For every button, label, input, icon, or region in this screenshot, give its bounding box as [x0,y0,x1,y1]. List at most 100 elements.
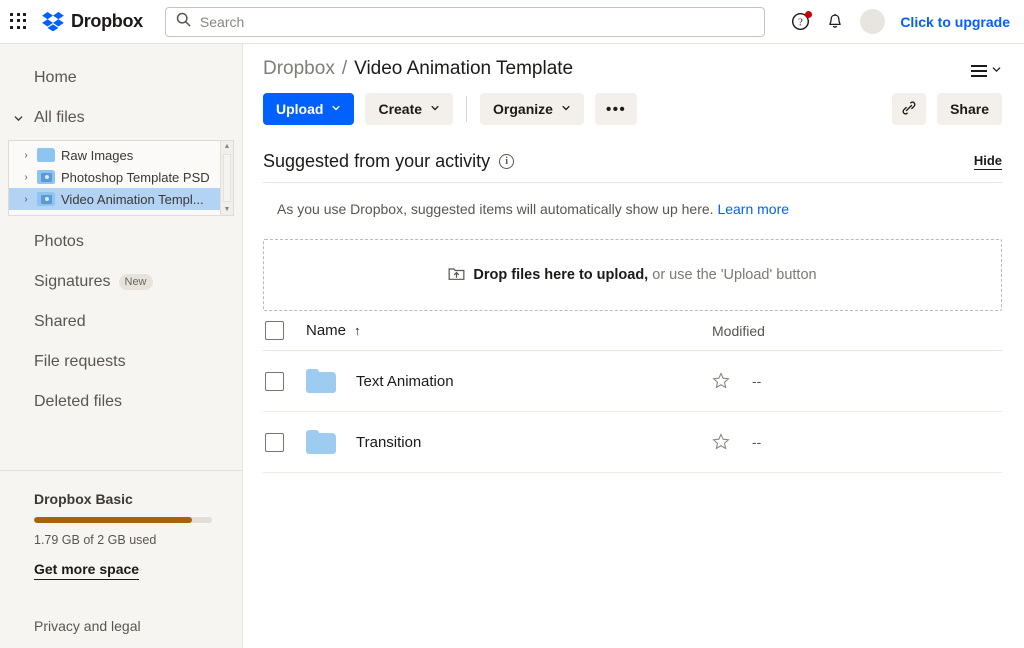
tree-item-video-animation-template[interactable]: › Video Animation Templ... [9,188,220,210]
chevron-down-icon [430,103,440,116]
brand-name: Dropbox [71,11,143,31]
organize-button-label: Organize [493,101,553,117]
tree-item-label: Video Animation Templ... [61,191,204,207]
breadcrumb-current: Video Animation Template [354,58,574,79]
create-button-label: Create [378,101,423,117]
upload-button-label: Upload [276,101,324,117]
svg-text:?: ? [798,17,803,28]
dropbox-home-link[interactable]: Dropbox [42,11,143,32]
sort-ascending-icon: ↑ [354,323,361,338]
copy-link-button[interactable] [892,93,927,125]
breadcrumb: Dropbox / Video Animation Template [263,58,573,80]
suggested-title: Suggested from your activity [263,151,491,171]
row-name-label[interactable]: Transition [356,434,421,451]
folder-tree: › Raw Images › Photoshop Template PSD › … [8,140,234,216]
breadcrumb-row: Dropbox / Video Animation Template [263,44,1002,80]
chevron-down-icon [331,103,341,116]
tree-item-raw-images[interactable]: › Raw Images [9,144,220,166]
column-header-name[interactable]: Name ↑ [284,322,712,339]
scrollbar-thumb[interactable] [223,154,231,202]
tree-item-photoshop-template-psd[interactable]: › Photoshop Template PSD [9,166,220,188]
app-body: Home All files › Raw Images › Photoshop … [0,44,1024,648]
storage-section: Dropbox Basic 1.79 GB of 2 GB used Get m… [0,471,242,580]
table-row[interactable]: Transition -- [263,412,1002,473]
tree-item-label: Raw Images [61,147,134,163]
chevron-down-icon [10,113,26,124]
sidebar-item-shared[interactable]: Shared [0,302,242,342]
hide-suggested-link[interactable]: Hide [973,153,1002,170]
row-checkbox[interactable] [265,371,284,391]
storage-progress-bar [34,517,212,523]
upgrade-link[interactable]: Click to upgrade [900,14,1010,30]
file-dropzone[interactable]: Drop files here to upload, or use the 'U… [263,239,1002,311]
sidebar-item-photos[interactable]: Photos [0,222,242,262]
scroll-down-arrow-icon[interactable]: ▼ [221,204,233,215]
folder-tree-scrollbar[interactable]: ▲ ▼ [220,141,233,215]
info-icon[interactable]: i [499,154,515,169]
sidebar-item-label: Signatures [34,273,111,290]
column-header-name-label: Name [306,322,347,339]
upload-folder-icon [448,265,465,286]
sidebar: Home All files › Raw Images › Photoshop … [0,44,243,648]
chevron-down-icon [991,62,1002,80]
sidebar-item-file-requests[interactable]: File requests [0,342,242,382]
sidebar-item-label: File requests [34,353,126,370]
list-view-icon[interactable] [971,58,1002,80]
top-navigation-bar: Dropbox Search ? Click to upgrade [0,0,1024,44]
storage-used-text: 1.79 GB of 2 GB used [34,533,157,547]
get-more-space-link[interactable]: Get more space [34,561,140,580]
more-options-button[interactable]: ••• [594,93,638,125]
share-button[interactable]: Share [937,93,1002,125]
search-icon [176,12,191,32]
suggested-body-text: As you use Dropbox, suggested items will… [277,201,714,217]
row-name-cell: Text Animation [284,369,712,393]
dropzone-text: Drop files here to upload, or use the 'U… [473,267,816,283]
learn-more-link[interactable]: Learn more [717,201,789,217]
row-meta-cell: -- [712,433,1002,451]
search-input[interactable]: Search [164,6,765,37]
organize-button[interactable]: Organize [480,93,584,125]
sidebar-item-deleted-files[interactable]: Deleted files [0,382,242,422]
star-outline-icon[interactable] [712,372,730,390]
upload-button[interactable]: Upload [263,93,355,125]
sidebar-item-all-files[interactable]: All files [0,98,242,138]
sidebar-item-signatures[interactable]: Signatures New [0,262,242,302]
folder-icon [306,369,336,393]
chevron-right-icon[interactable]: › [21,172,31,183]
sidebar-item-label: Photos [34,233,84,250]
main-content: Dropbox / Video Animation Template Uploa… [243,44,1024,648]
shared-folder-icon [37,192,55,206]
select-all-checkbox[interactable] [265,321,284,340]
scroll-up-arrow-icon[interactable]: ▲ [221,141,233,152]
help-circle-icon[interactable]: ? [790,10,813,32]
column-header-modified[interactable]: Modified [712,323,1002,339]
storage-progress-fill [34,517,193,523]
row-checkbox[interactable] [265,432,284,452]
row-name-label[interactable]: Text Animation [356,373,454,390]
suggested-empty-text: As you use Dropbox, suggested items will… [263,183,1002,217]
row-modified-value: -- [752,434,762,450]
link-icon [901,100,917,119]
table-row[interactable]: Text Animation -- [263,351,1002,412]
folder-icon [37,148,55,162]
chevron-right-icon[interactable]: › [21,194,31,205]
breadcrumb-root[interactable]: Dropbox [263,58,335,80]
grid-apps-icon[interactable] [10,12,28,31]
chevron-down-icon [561,103,571,116]
chevron-right-icon[interactable]: › [21,150,31,161]
toolbar-divider [466,96,468,122]
create-button[interactable]: Create [365,93,454,125]
topbar-actions: ? Click to upgrade [774,9,1010,34]
privacy-legal-link[interactable]: Privacy and legal [0,618,242,634]
suggested-title-group: Suggested from your activity i [263,151,515,172]
star-outline-icon[interactable] [712,433,730,451]
plan-name: Dropbox Basic [34,491,133,507]
sidebar-item-label: Shared [34,313,86,330]
shared-folder-icon [37,170,55,184]
user-avatar[interactable] [860,9,886,34]
bell-icon[interactable] [825,12,845,32]
sidebar-item-home[interactable]: Home [0,58,242,98]
dropbox-app-window: Dropbox Search ? Click to upgrade Home A… [0,0,1024,648]
list-lines-icon [971,65,987,77]
